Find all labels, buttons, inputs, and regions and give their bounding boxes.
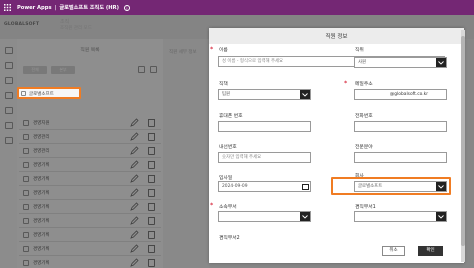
waffle-menu-icon[interactable] bbox=[0, 0, 15, 15]
position-label: 직위 bbox=[355, 48, 364, 53]
dual-department1-dropdown[interactable] bbox=[354, 211, 447, 222]
dual-department1-label: 겸직부서1 bbox=[355, 205, 376, 210]
chevron-down-icon[interactable] bbox=[436, 58, 446, 67]
position-dropdown[interactable]: 사원 bbox=[354, 57, 447, 68]
person-icon bbox=[21, 90, 26, 96]
job-title-label: 직책 bbox=[219, 82, 228, 87]
cancel-button[interactable]: 취소 bbox=[382, 246, 405, 256]
chevron-down-icon[interactable] bbox=[300, 212, 310, 221]
department-label: 소속부서 bbox=[219, 205, 237, 210]
highlighted-list-item[interactable]: 글로벌소프트 bbox=[17, 87, 81, 99]
phone-input[interactable] bbox=[354, 121, 447, 132]
join-date-label: 입사일 bbox=[219, 176, 233, 181]
highlighted-list-item-label: 글로벌소프트 bbox=[29, 91, 54, 97]
job-title-dropdown[interactable]: 팀원 bbox=[218, 89, 311, 100]
dialog-scrollbar-thumb[interactable] bbox=[461, 36, 465, 246]
required-marker: * bbox=[210, 201, 214, 209]
ok-button[interactable]: 확인 bbox=[418, 246, 443, 256]
extension-placeholder: 숫자만 입력해 주세요 bbox=[222, 155, 262, 160]
email-input[interactable]: @globalsoft.co.kr bbox=[354, 89, 447, 100]
app-name: Power Apps bbox=[17, 4, 52, 11]
position-value: 사원 bbox=[358, 60, 367, 65]
email-domain-suffix: @globalsoft.co.kr bbox=[389, 92, 428, 97]
extension-label: 내선번호 bbox=[219, 145, 237, 150]
name-placeholder: 성 이름 - 형식으로 입력해 주세요 bbox=[222, 59, 284, 64]
chevron-down-icon[interactable] bbox=[436, 212, 446, 221]
duty-label: 전문분야 bbox=[355, 145, 373, 150]
join-date-value: 2024-09-09 bbox=[222, 184, 248, 189]
chevron-down-icon[interactable] bbox=[300, 90, 310, 99]
dialog-title: 직원 정보 bbox=[209, 28, 464, 44]
mobile-input[interactable] bbox=[218, 121, 311, 132]
info-icon[interactable]: i bbox=[123, 4, 130, 11]
email-label: 메일주소 bbox=[355, 82, 373, 87]
calendar-icon[interactable] bbox=[301, 183, 309, 190]
department-dropdown[interactable] bbox=[218, 211, 311, 222]
dual-department2-label: 겸직부서2 bbox=[219, 236, 240, 241]
mobile-label: 휴대폰 번호 bbox=[219, 114, 243, 119]
join-date-picker[interactable]: 2024-09-09 bbox=[218, 181, 311, 192]
phone-label: 전화번호 bbox=[355, 114, 373, 119]
company-highlight-box bbox=[331, 177, 451, 195]
duty-input[interactable] bbox=[354, 152, 447, 163]
job-title-value: 팀원 bbox=[222, 92, 231, 97]
name-label: 이름 bbox=[219, 48, 228, 53]
app-title: 글로벌소프트 조직도 (HR) bbox=[59, 5, 119, 11]
extension-input[interactable]: 숫자만 입력해 주세요 bbox=[218, 152, 311, 163]
title-separator: | bbox=[54, 4, 57, 11]
required-marker: * bbox=[210, 45, 214, 53]
required-marker: * bbox=[344, 79, 348, 87]
app-top-bar: Power Apps | 글로벌소프트 조직도 (HR) i bbox=[0, 0, 474, 15]
